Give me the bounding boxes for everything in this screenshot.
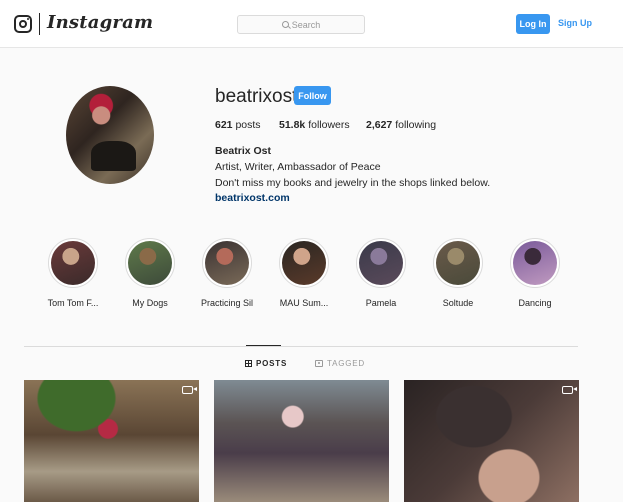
tab-posts[interactable]: POSTS	[245, 359, 287, 368]
logo-divider	[39, 13, 40, 35]
stat-following[interactable]: 2,627 following	[366, 119, 436, 131]
following-label: following	[395, 119, 437, 131]
instagram-wordmark[interactable]: Instagram	[47, 12, 153, 33]
highlight-ring	[125, 238, 175, 288]
highlight-ring	[510, 238, 560, 288]
profile-full-name: Beatrix Ost	[215, 145, 272, 157]
highlight-thumbnail	[205, 241, 249, 285]
tab-tagged-label: TAGGED	[327, 359, 365, 368]
signup-link[interactable]: Sign Up	[558, 18, 592, 28]
highlight-thumbnail	[282, 241, 326, 285]
stat-followers[interactable]: 51.8k followers	[279, 119, 350, 131]
tab-tagged[interactable]: TAGGED	[315, 359, 365, 368]
posts-label: posts	[235, 119, 261, 131]
stat-posts: 621 posts	[215, 119, 261, 131]
follow-button[interactable]: Follow	[294, 86, 331, 105]
search-input[interactable]: Search	[237, 15, 365, 34]
post-thumbnail[interactable]	[404, 380, 579, 502]
tagged-icon	[315, 360, 323, 367]
login-button[interactable]: Log In	[516, 14, 550, 34]
post-thumbnail[interactable]	[24, 380, 199, 502]
top-nav-bar: Instagram Search Log In Sign Up	[0, 0, 623, 48]
highlight-ring	[202, 238, 252, 288]
search-icon	[281, 21, 289, 28]
highlight-ring	[48, 238, 98, 288]
profile-bio-line-1: Artist, Writer, Ambassador of Peace	[215, 161, 381, 173]
profile-website-link[interactable]: beatrixost.com	[215, 192, 290, 204]
tab-posts-label: POSTS	[256, 359, 288, 368]
highlight-label: Dancing	[518, 298, 552, 308]
highlight-thumbnail	[436, 241, 480, 285]
instagram-camera-icon[interactable]	[14, 15, 32, 33]
followers-count: 51.8k	[279, 119, 306, 131]
highlight-ring	[356, 238, 406, 288]
grid-icon	[245, 360, 252, 367]
highlight-thumbnail	[51, 241, 95, 285]
highlight-thumbnail	[359, 241, 403, 285]
highlight-dancing[interactable]: Dancing	[490, 238, 580, 308]
following-count: 2,627	[366, 119, 393, 131]
post-thumbnail[interactable]	[214, 380, 389, 502]
profile-bio-line-2: Don't miss my books and jewelry in the s…	[215, 177, 491, 189]
highlight-thumbnail	[128, 241, 172, 285]
tabs-divider	[24, 346, 578, 347]
highlight-ring	[279, 238, 329, 288]
search-placeholder: Search	[291, 19, 321, 30]
followers-label: followers	[308, 119, 350, 131]
active-tab-indicator	[246, 345, 281, 346]
video-icon	[182, 386, 197, 394]
profile-username: beatrixost	[215, 86, 298, 107]
profile-avatar[interactable]	[66, 86, 154, 184]
highlight-thumbnail	[513, 241, 557, 285]
video-icon	[562, 386, 577, 394]
highlight-ring	[433, 238, 483, 288]
posts-count: 621	[215, 119, 233, 131]
